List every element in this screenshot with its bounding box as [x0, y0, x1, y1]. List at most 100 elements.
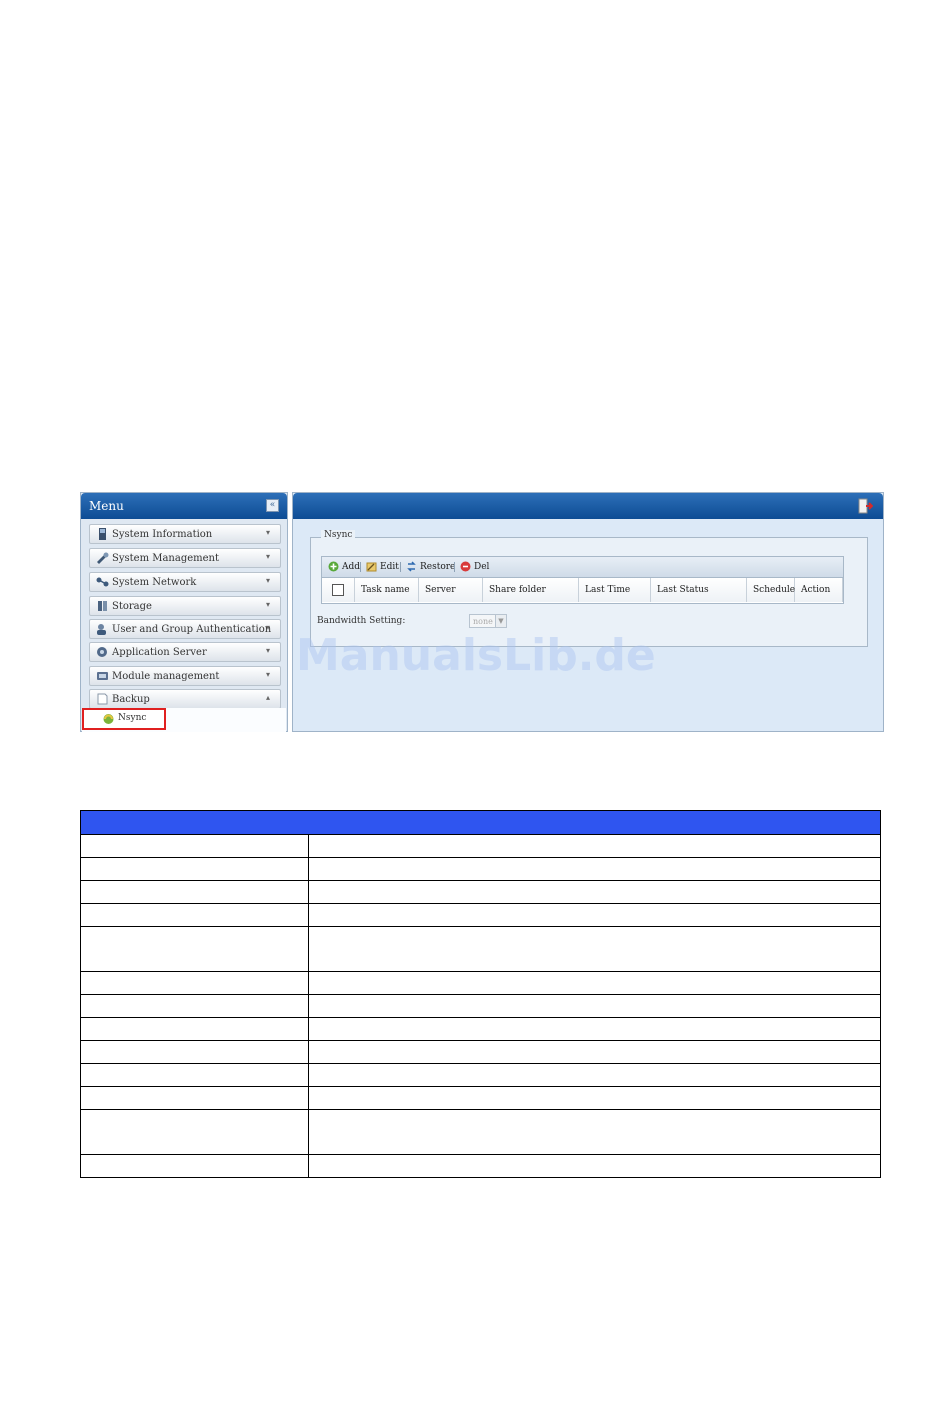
table-row — [80, 834, 881, 858]
nsync-icon — [103, 714, 114, 724]
server-icon — [97, 647, 107, 657]
column-last-time[interactable]: Last Time — [579, 578, 651, 602]
table-cell — [308, 1040, 881, 1064]
menu-item-backup[interactable]: Backup ▴ — [89, 689, 281, 709]
delete-button[interactable]: Del — [460, 560, 489, 574]
bandwidth-value: none — [473, 617, 493, 626]
menu-item-user-group-auth[interactable]: User and Group Authentication ▾ — [89, 619, 281, 639]
table-cell — [308, 1086, 881, 1110]
toolbar-divider — [454, 562, 455, 572]
select-all-checkbox[interactable] — [332, 584, 344, 596]
edit-icon — [366, 562, 377, 572]
column-schedule[interactable]: Schedule — [747, 578, 795, 602]
backup-icon — [97, 693, 108, 705]
column-task-name[interactable]: Task name — [355, 578, 419, 602]
bandwidth-select[interactable]: none ▼ — [469, 614, 507, 628]
bandwidth-label: Bandwidth Setting: — [317, 616, 406, 626]
table-cell — [308, 994, 881, 1018]
delete-icon — [460, 561, 471, 572]
network-icon — [96, 577, 109, 587]
table-cell — [308, 971, 881, 995]
chevron-down-icon: ▾ — [266, 623, 271, 632]
logout-icon[interactable] — [857, 498, 873, 514]
description-table — [80, 810, 881, 1178]
table-cell — [308, 1109, 881, 1155]
content-panel: Nsync Add Edit Restore Del Task name Ser… — [292, 492, 884, 732]
table-row — [80, 857, 881, 881]
info-icon — [99, 528, 106, 540]
menu-item-label: System Management — [112, 553, 220, 564]
restore-icon — [407, 561, 416, 572]
submenu-item-label: Nsync — [118, 713, 147, 723]
nas-screenshot: Menu « System Information ▾ System Manag… — [80, 492, 884, 732]
wrench-icon — [97, 552, 109, 564]
table-cell — [80, 1040, 309, 1064]
chevron-down-icon: ▾ — [266, 646, 271, 655]
menu-item-application-server[interactable]: Application Server ▾ — [89, 642, 281, 662]
menu-item-label: Backup — [112, 694, 150, 705]
chevron-down-icon: ▾ — [266, 600, 271, 609]
menu-item-label: Storage — [112, 601, 152, 612]
nsync-task-grid: Add Edit Restore Del Task name Server Sh… — [321, 556, 844, 604]
menu-item-system-network[interactable]: System Network ▾ — [89, 572, 281, 592]
table-cell — [80, 1017, 309, 1041]
edit-button[interactable]: Edit — [366, 560, 399, 574]
table-cell — [80, 1063, 309, 1087]
nsync-group-title: Nsync — [321, 530, 356, 540]
table-row — [80, 1154, 881, 1178]
users-icon — [97, 624, 106, 635]
chevron-down-icon: ▾ — [266, 670, 271, 679]
column-server[interactable]: Server — [419, 578, 483, 602]
collapse-icon[interactable]: « — [266, 499, 279, 512]
table-row — [80, 994, 881, 1018]
storage-icon — [98, 601, 107, 611]
delete-label: Del — [474, 562, 490, 572]
column-last-status[interactable]: Last Status — [651, 578, 747, 602]
column-action[interactable]: Action — [795, 578, 843, 602]
table-cell — [308, 1063, 881, 1087]
table-row — [80, 903, 881, 927]
content-header — [293, 493, 883, 519]
module-icon — [97, 672, 108, 680]
table-row — [80, 1040, 881, 1064]
table-cell — [80, 857, 309, 881]
table-header — [80, 810, 881, 835]
table-cell — [308, 926, 881, 972]
chevron-down-icon: ▾ — [266, 528, 271, 537]
toolbar-divider — [360, 562, 361, 572]
restore-label: Restore — [420, 562, 456, 572]
menu-item-label: Application Server — [112, 647, 207, 658]
table-row — [80, 1086, 881, 1110]
table-cell — [80, 994, 309, 1018]
menu-item-module-management[interactable]: Module management ▾ — [89, 666, 281, 686]
table-cell — [80, 880, 309, 904]
add-button[interactable]: Add — [328, 560, 360, 574]
chevron-down-icon[interactable]: ▼ — [495, 615, 506, 627]
menu-item-label: System Information — [112, 529, 213, 540]
chevron-down-icon: ▾ — [266, 576, 271, 585]
menu-item-storage[interactable]: Storage ▾ — [89, 596, 281, 616]
table-cell — [80, 1109, 309, 1155]
menu-panel: Menu « System Information ▾ System Manag… — [80, 492, 288, 732]
chevron-up-icon: ▴ — [266, 693, 271, 702]
table-row — [80, 1109, 881, 1155]
column-share-folder[interactable]: Share folder — [483, 578, 579, 602]
menu-item-label: User and Group Authentication — [112, 624, 272, 635]
table-cell — [80, 1154, 309, 1178]
table-cell — [308, 903, 881, 927]
menu-item-system-management[interactable]: System Management ▾ — [89, 548, 281, 568]
menu-header: Menu « — [81, 493, 287, 519]
chevron-down-icon: ▾ — [266, 552, 271, 561]
table-row — [80, 926, 881, 972]
grid-column-header: Task name Server Share folder Last Time … — [322, 578, 843, 602]
add-icon — [328, 561, 339, 572]
restore-button[interactable]: Restore — [406, 560, 455, 574]
table-cell — [80, 834, 309, 858]
menu-item-label: System Network — [112, 577, 197, 588]
table-cell — [308, 880, 881, 904]
grid-toolbar: Add Edit Restore Del — [322, 557, 843, 578]
toolbar-divider — [400, 562, 401, 572]
menu-title: Menu — [89, 499, 124, 513]
submenu-item-nsync[interactable]: Nsync — [82, 708, 166, 730]
menu-item-system-information[interactable]: System Information ▾ — [89, 524, 281, 544]
